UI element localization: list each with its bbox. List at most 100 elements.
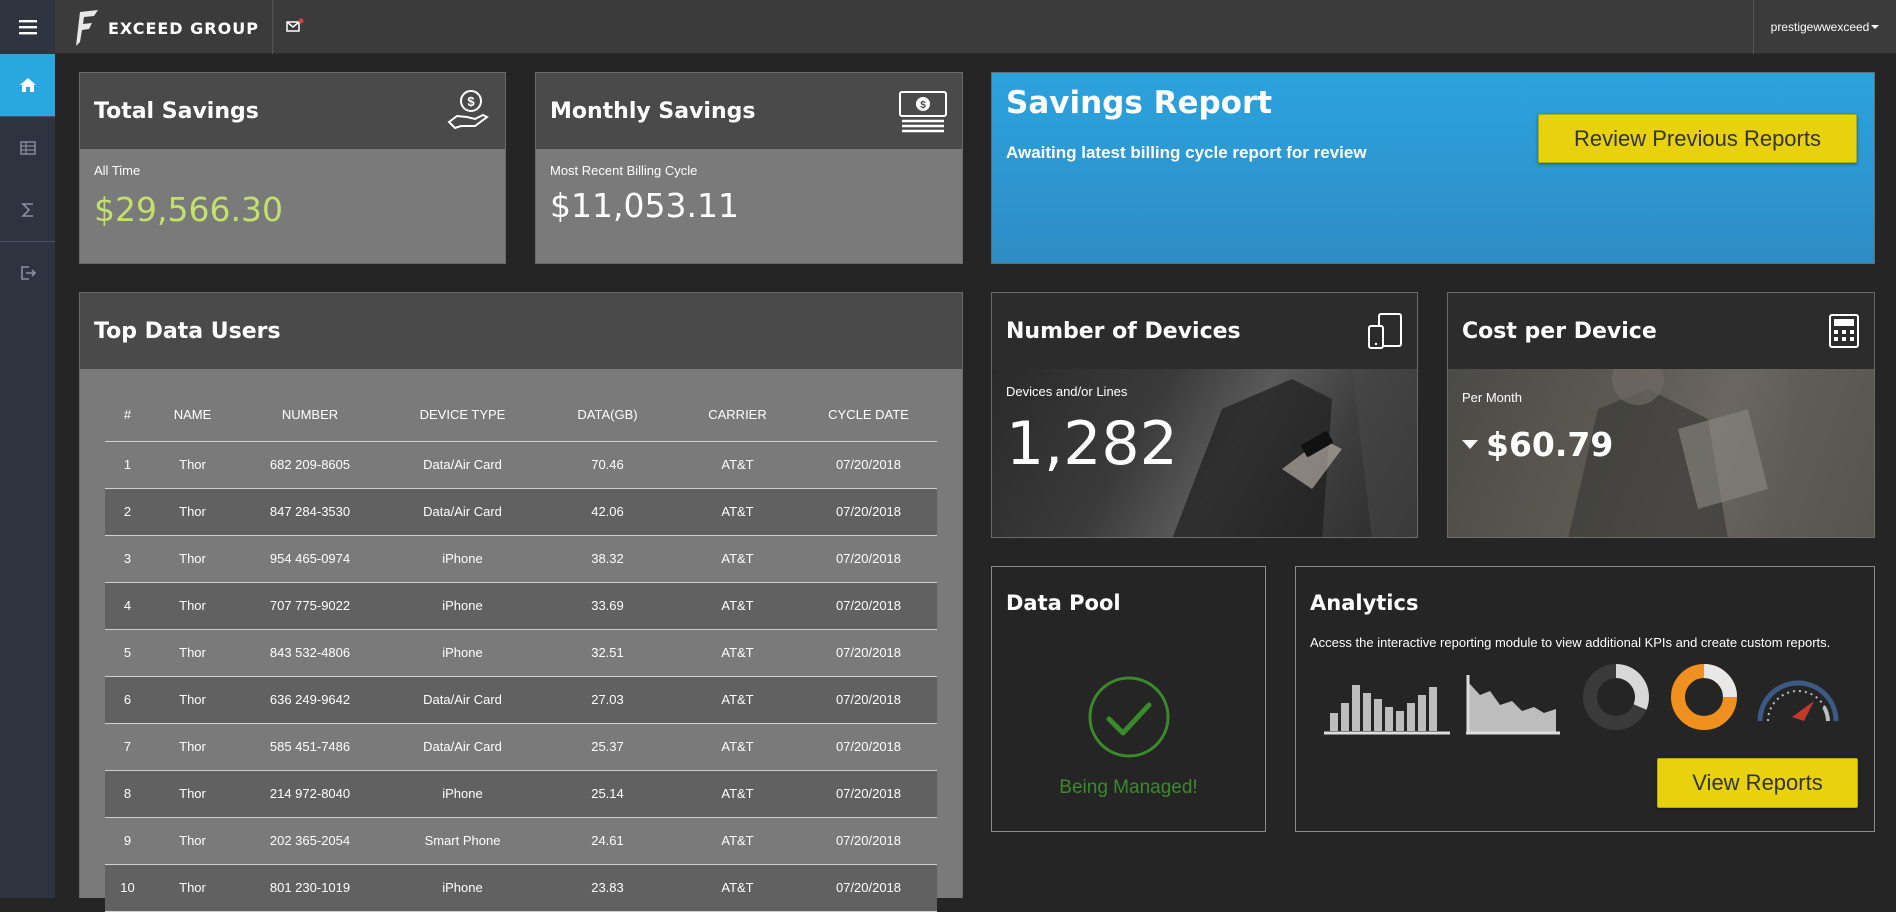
total-savings-value: $29,566.30 — [94, 190, 283, 229]
user-menu-dropdown[interactable]: prestigewwexceed — [1753, 0, 1896, 54]
carrier-cell: AT&T — [675, 770, 800, 818]
device-type-cell: iPhone — [385, 535, 540, 583]
analytics-description: Access the interactive reporting module … — [1310, 635, 1831, 650]
number-cell: 707 775-9022 — [235, 582, 385, 630]
rank-cell: 7 — [105, 723, 150, 771]
sidebar-item-home[interactable] — [0, 54, 55, 116]
number-cell: 585 451-7486 — [235, 723, 385, 771]
column-header[interactable]: # — [105, 389, 150, 442]
column-header[interactable]: DEVICE TYPE — [385, 389, 540, 442]
table-row[interactable]: 6 Thor 636 249-9642 Data/Air Card 27.03 AT&T 0… — [105, 676, 937, 724]
table-row[interactable]: 3 Thor 954 465-0974 iPhone 38.32 AT&T 07/20/20… — [105, 535, 937, 583]
table-row[interactable]: 4 Thor 707 775-9022 iPhone 33.69 AT&T 07/20/20… — [105, 582, 937, 630]
monthly-savings-label: Most Recent Billing Cycle — [550, 163, 698, 178]
data-gb-cell: 33.69 — [540, 582, 675, 630]
brand-name: EXCEED GROUP — [108, 18, 259, 38]
view-reports-button[interactable]: View Reports — [1657, 758, 1858, 808]
bar-chart-icon — [1324, 685, 1450, 735]
rank-cell: 4 — [105, 582, 150, 630]
table-row[interactable]: 10 Thor 801 230-1019 iPhone 23.83 AT&T 07/20/2… — [105, 864, 937, 912]
savings-report-title: Savings Report — [1006, 85, 1273, 121]
table-row[interactable]: 8 Thor 214 972-8040 iPhone 25.14 AT&T 07/20/20… — [105, 770, 937, 818]
card-title: Number of Devices — [1006, 318, 1241, 344]
carrier-cell: AT&T — [675, 488, 800, 536]
orange-donut-chart-icon — [1671, 664, 1737, 730]
data-gb-cell: 25.37 — [540, 723, 675, 771]
data-gb-cell: 42.06 — [540, 488, 675, 536]
devices-label: Devices and/or Lines — [1006, 384, 1128, 399]
carrier-cell: AT&T — [675, 817, 800, 865]
devices-icon — [1368, 313, 1402, 349]
rank-cell: 3 — [105, 535, 150, 583]
name-cell: Thor — [150, 770, 235, 818]
column-header[interactable]: NAME — [150, 389, 235, 442]
table-header-row: # NAME NUMBER DEVICE TYPE DATA(GB) CARRI… — [105, 389, 937, 442]
card-title: Analytics — [1310, 591, 1419, 615]
number-cell: 214 972-8040 — [235, 770, 385, 818]
sigma-icon — [20, 203, 33, 217]
mail-icon — [286, 18, 304, 32]
analytics-card: Analytics Access the interactive reporti… — [1295, 566, 1875, 832]
cost-value: $60.79 — [1486, 425, 1614, 464]
table-row[interactable]: 7 Thor 585 451-7486 Data/Air Card 25.37 AT&T 0… — [105, 723, 937, 771]
table-row[interactable]: 2 Thor 847 284-3530 Data/Air Card 42.06 AT&T 0… — [105, 488, 937, 536]
cycle-date-cell: 07/20/2018 — [800, 770, 937, 818]
name-cell: Thor — [150, 676, 235, 724]
sidebar-item-sigma[interactable] — [0, 179, 55, 241]
cycle-date-cell: 07/20/2018 — [800, 441, 937, 489]
data-gb-cell: 38.32 — [540, 535, 675, 583]
data-gb-cell: 32.51 — [540, 629, 675, 677]
cycle-date-cell: 07/20/2018 — [800, 629, 937, 677]
cycle-date-cell: 07/20/2018 — [800, 723, 937, 771]
calculator-icon — [1829, 314, 1859, 348]
caret-down-icon — [1871, 25, 1880, 29]
caret-down-icon — [1462, 439, 1478, 449]
data-pool-card: Data Pool Being Managed! — [991, 566, 1266, 832]
home-icon — [19, 78, 36, 92]
savings-report-subtitle: Awaiting latest billing cycle report for… — [1006, 143, 1367, 162]
rank-cell: 8 — [105, 770, 150, 818]
sidebar-item-logout[interactable] — [0, 242, 55, 304]
column-header[interactable]: CARRIER — [675, 389, 800, 442]
divider — [272, 0, 273, 54]
card-title: Total Savings — [94, 98, 259, 124]
svg-text:$: $ — [920, 100, 926, 111]
carrier-cell: AT&T — [675, 582, 800, 630]
carrier-cell: AT&T — [675, 723, 800, 771]
rank-cell: 6 — [105, 676, 150, 724]
data-gb-cell: 24.61 — [540, 817, 675, 865]
device-type-cell: iPhone — [385, 629, 540, 677]
mail-notification-button[interactable] — [286, 18, 304, 37]
cycle-date-cell: 07/20/2018 — [800, 535, 937, 583]
sidebar-item-table[interactable] — [0, 117, 55, 179]
devices-value: 1,282 — [1006, 409, 1178, 479]
number-cell: 843 532-4806 — [235, 629, 385, 677]
logout-icon — [20, 266, 36, 280]
area-chart-icon — [1466, 675, 1560, 735]
cycle-date-cell: 07/20/2018 — [800, 488, 937, 536]
name-cell: Thor — [150, 441, 235, 489]
sidebar — [0, 54, 55, 898]
column-header[interactable]: CYCLE DATE — [800, 389, 937, 442]
username: prestigewwexceed — [1770, 20, 1870, 34]
table-row[interactable]: 1 Thor 682 209-8605 Data/Air Card 70.46 AT&T 0… — [105, 441, 937, 489]
review-previous-reports-button[interactable]: Review Previous Reports — [1538, 114, 1857, 163]
number-cell: 847 284-3530 — [235, 488, 385, 536]
savings-report-card: Savings Report Awaiting latest billing c… — [991, 72, 1875, 264]
table-row[interactable]: 9 Thor 202 365-2054 Smart Phone 24.61 AT&T 07/… — [105, 817, 937, 865]
rank-cell: 10 — [105, 864, 150, 912]
table-body: 1 Thor 682 209-8605 Data/Air Card 70.46 AT&T 0… — [105, 441, 937, 912]
cycle-date-cell: 07/20/2018 — [800, 864, 937, 912]
hamburger-menu-button[interactable] — [0, 0, 55, 54]
rank-cell: 5 — [105, 629, 150, 677]
column-header[interactable]: NUMBER — [235, 389, 385, 442]
table-row[interactable]: 5 Thor 843 532-4806 iPhone 32.51 AT&T 07/20/20… — [105, 629, 937, 677]
data-pool-status: Being Managed! — [1059, 777, 1198, 798]
monthly-savings-card: Monthly Savings $ Most Recent Billing Cy… — [535, 72, 963, 264]
brand-logo[interactable]: EXCEED GROUP — [74, 8, 259, 48]
carrier-cell: AT&T — [675, 441, 800, 489]
column-header[interactable]: DATA(GB) — [540, 389, 675, 442]
top-data-users-card: Top Data Users # NAME NUMBER DEVICE TYPE… — [79, 292, 963, 912]
device-type-cell: Data/Air Card — [385, 488, 540, 536]
number-of-devices-card: Number of Devices Devices and/or Lines 1… — [991, 292, 1418, 538]
